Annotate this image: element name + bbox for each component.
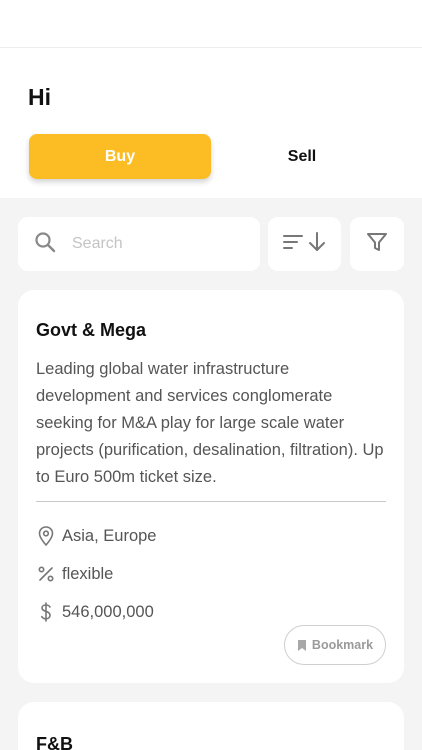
listing-card[interactable]: F&B [18, 702, 404, 750]
bookmark-button[interactable]: Bookmark [284, 625, 386, 665]
bookmark-icon [297, 639, 306, 651]
filter-icon [366, 231, 388, 258]
location-pin-icon [36, 526, 56, 546]
search-bar[interactable] [18, 217, 260, 271]
listing-title: F&B [36, 734, 73, 750]
listing-price: 546,000,000 [36, 602, 154, 622]
header: Hi Buy Sell [0, 48, 422, 198]
greeting-title: Hi [28, 84, 51, 110]
sort-descending-icon [282, 231, 328, 258]
location-text: Asia, Europe [62, 526, 157, 545]
listing-description: Leading global water infrastructure deve… [36, 360, 384, 486]
listing-title: Govt & Mega [36, 320, 147, 340]
dollar-icon [36, 602, 56, 622]
listing-location: Asia, Europe [36, 526, 156, 546]
listing-card[interactable]: Govt & Mega Leading global water infrast… [18, 290, 404, 683]
sort-button[interactable] [268, 217, 341, 271]
bookmark-label: Bookmark [311, 638, 374, 652]
search-icon [34, 231, 56, 258]
tab-sell[interactable]: Sell [211, 134, 393, 179]
filter-button[interactable] [350, 217, 404, 271]
percent-icon [36, 564, 56, 584]
price-text: 546,000,000 [62, 602, 154, 621]
divider [36, 501, 386, 502]
listing-stake: flexible [36, 564, 113, 584]
top-bar [0, 0, 422, 48]
search-input[interactable] [72, 235, 242, 253]
tab-buy[interactable]: Buy [29, 134, 211, 179]
stake-text: flexible [62, 564, 114, 583]
